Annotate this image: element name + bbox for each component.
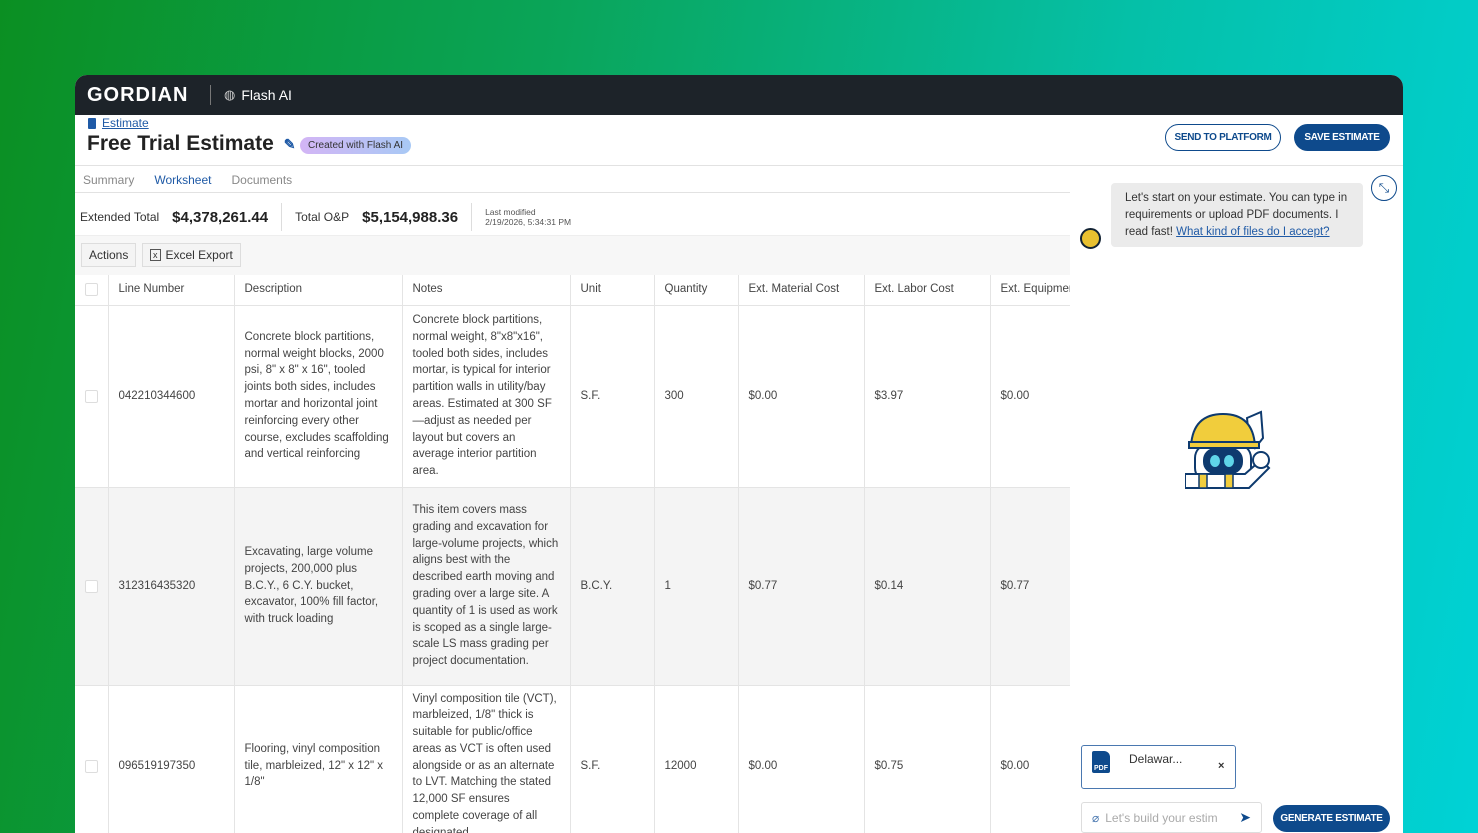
unit: B.C.Y. [570,487,654,685]
excel-export-label: Excel Export [166,248,233,262]
table-row[interactable]: 042210344600 Concrete block partitions, … [75,305,1070,487]
column-header[interactable]: Ext. Labor Cost [864,275,990,305]
equipment-cost: $0.00 [990,685,1070,833]
chat-message: Let's start on your estimate. You can ty… [1111,183,1363,247]
material-cost: $0.00 [738,685,864,833]
globe-icon: ◍ [224,87,235,103]
product-label: Flash AI [241,87,292,103]
last-modified: Last modified 2/19/2026, 5:34:31 PM [485,207,571,227]
last-modified-label: Last modified [485,207,571,217]
equipment-cost: $0.77 [990,487,1070,685]
extended-total-value: $4,378,261.44 [172,209,268,226]
table-row[interactable]: 312316435320 Excavating, large volume pr… [75,487,1070,685]
divider [281,203,282,231]
extended-total-label: Extended Total [80,210,159,224]
column-header[interactable]: Description [234,275,402,305]
send-to-platform-button[interactable]: SEND TO PLATFORM [1165,124,1281,151]
flash-ai-chat-panel: ⤡ Let's start on your estimate. You can … [1070,166,1403,833]
save-estimate-button[interactable]: SAVE ESTIMATE [1294,124,1390,151]
product-name: ◍ Flash AI [224,87,292,103]
notes: This item covers mass grading and excava… [402,487,570,685]
collapse-icon[interactable]: ⤡ [1371,175,1397,201]
unit: S.F. [570,305,654,487]
excel-icon: x [150,249,161,261]
excel-export-button[interactable]: x Excel Export [142,243,241,267]
row-checkbox[interactable] [75,685,108,833]
attach-icon[interactable]: ⌀ [1092,811,1099,825]
column-header[interactable]: Line Number [108,275,234,305]
actions-button[interactable]: Actions [81,243,136,267]
description: Concrete block partitions, normal weight… [234,305,402,487]
pdf-icon: PDF [1092,751,1110,773]
tab-worksheet[interactable]: Worksheet [154,173,211,187]
select-all-checkbox[interactable] [75,275,108,305]
attached-file-chip[interactable]: PDF Delawar... × [1081,745,1236,789]
generate-estimate-button[interactable]: GENERATE ESTIMATE [1273,805,1390,832]
tab-summary[interactable]: Summary [83,173,134,187]
line-number: 042210344600 [108,305,234,487]
divider [75,192,1070,193]
tab-bar: Summary Worksheet Documents [83,173,292,187]
table-header-row: Line Number Description Notes Unit Quant… [75,275,1070,305]
column-header[interactable]: Notes [402,275,570,305]
title-text: Free Trial Estimate [87,132,274,156]
flash-ai-badge: Created with Flash AI [300,137,411,154]
page-title: Free Trial Estimate ✎ [87,132,296,156]
table-row[interactable]: 096519197350 Flooring, vinyl composition… [75,685,1070,833]
total-op-label: Total O&P [295,210,349,224]
quantity[interactable]: 1 [654,487,738,685]
description: Flooring, vinyl composition tile, marble… [234,685,402,833]
remove-file-icon[interactable]: × [1218,760,1224,772]
chat-input[interactable]: ⌀ Let's build your estim ➤ [1081,802,1262,833]
labor-cost: $3.97 [864,305,990,487]
column-header[interactable]: Quantity [654,275,738,305]
actions-label: Actions [89,248,128,262]
bot-avatar-icon [1080,228,1101,249]
column-header[interactable]: Ext. Material Cost [738,275,864,305]
line-number: 312316435320 [108,487,234,685]
notes: Concrete block partitions, normal weight… [402,305,570,487]
send-icon[interactable]: ➤ [1239,809,1251,826]
tab-documents[interactable]: Documents [231,173,292,187]
labor-cost: $0.14 [864,487,990,685]
worksheet-grid: Line Number Description Notes Unit Quant… [75,275,1070,833]
app-window: GORDIAN ◍ Flash AI Estimate Free Trial E… [75,75,1403,833]
last-modified-value: 2/19/2026, 5:34:31 PM [485,217,571,227]
breadcrumb-estimate[interactable]: Estimate [102,116,149,130]
labor-cost: $0.75 [864,685,990,833]
file-name: Delawar... [1129,752,1182,766]
edit-icon[interactable]: ✎ [284,136,296,153]
accepted-files-link[interactable]: What kind of files do I accept? [1176,226,1329,238]
breadcrumb[interactable]: Estimate [88,116,149,130]
equipment-cost: $0.00 [990,305,1070,487]
quantity[interactable]: 300 [654,305,738,487]
unit: S.F. [570,685,654,833]
line-number: 096519197350 [108,685,234,833]
robot-mascot-icon [1185,408,1277,490]
divider [210,85,211,105]
quantity[interactable]: 12000 [654,685,738,833]
grid-toolbar: Actions x Excel Export [75,235,1070,275]
notes: Vinyl composition tile (VCT), marbleized… [402,685,570,833]
totals-bar: Extended Total $4,378,261.44 Total O&P $… [80,203,571,231]
description: Excavating, large volume projects, 200,0… [234,487,402,685]
total-op-value: $5,154,988.36 [362,209,458,226]
gordian-logo[interactable]: GORDIAN [87,84,188,107]
chat-input-placeholder: Let's build your estim [1105,811,1233,825]
divider [471,203,472,231]
calculator-icon [88,118,96,129]
column-header[interactable]: Unit [570,275,654,305]
column-header[interactable]: Ext. Equipment Cost [990,275,1070,305]
material-cost: $0.77 [738,487,864,685]
material-cost: $0.00 [738,305,864,487]
row-checkbox[interactable] [75,305,108,487]
top-header: GORDIAN ◍ Flash AI [75,75,1403,115]
row-checkbox[interactable] [75,487,108,685]
